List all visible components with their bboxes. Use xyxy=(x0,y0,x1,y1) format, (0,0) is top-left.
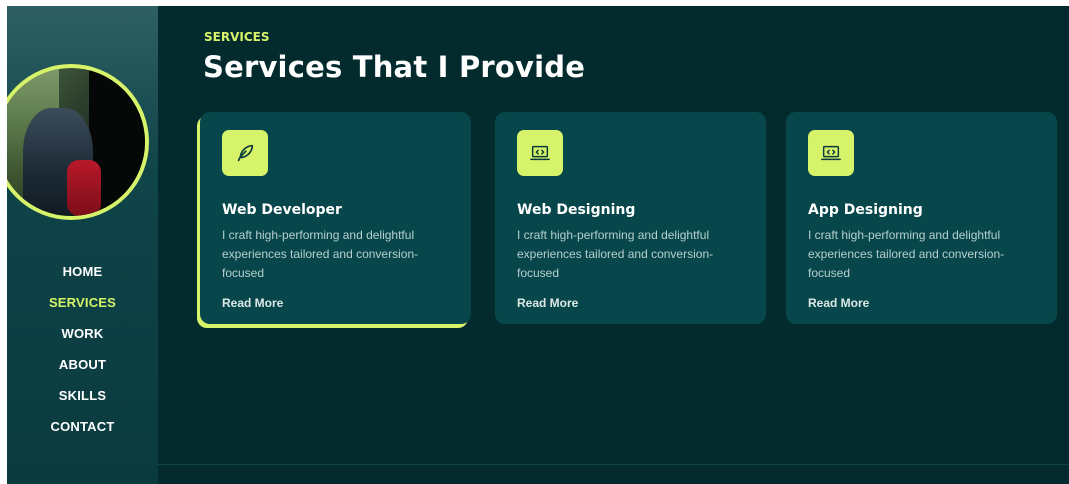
card-description: I craft high-performing and delightful e… xyxy=(222,228,419,280)
icon-badge xyxy=(517,130,563,176)
page-title: Services That I Provide xyxy=(203,50,586,84)
sidebar: HOME SERVICES WORK ABOUT SKILLS CONTACT xyxy=(7,6,158,484)
laptop-code-icon xyxy=(530,145,550,161)
card-description: I craft high-performing and delightful e… xyxy=(808,228,1005,280)
card-title: Web Designing xyxy=(517,202,636,218)
laptop-code-icon xyxy=(821,145,841,161)
avatar xyxy=(7,64,149,220)
divider xyxy=(158,464,1069,465)
avatar-bike xyxy=(67,160,101,216)
read-more-link[interactable]: Read More xyxy=(808,296,869,310)
service-card-web-designing[interactable]: Web Designing I craft high-performing an… xyxy=(495,112,766,324)
nav-item-work[interactable]: WORK xyxy=(7,318,158,349)
card-title: App Designing xyxy=(808,202,923,218)
app-frame: HOME SERVICES WORK ABOUT SKILLS CONTACT … xyxy=(7,6,1069,484)
service-card-web-developer[interactable]: Web Developer I craft high-performing an… xyxy=(200,112,471,324)
nav-item-services[interactable]: SERVICES xyxy=(7,287,158,318)
icon-badge xyxy=(808,130,854,176)
feather-pen-icon xyxy=(237,144,254,162)
read-more-link[interactable]: Read More xyxy=(517,296,578,310)
section-eyebrow: SERVICES xyxy=(204,30,270,44)
read-more-link[interactable]: Read More xyxy=(222,296,283,310)
card-title: Web Developer xyxy=(222,202,342,218)
nav-item-home[interactable]: HOME xyxy=(7,256,158,287)
icon-badge xyxy=(222,130,268,176)
nav-item-skills[interactable]: SKILLS xyxy=(7,380,158,411)
nav-item-about[interactable]: ABOUT xyxy=(7,349,158,380)
nav-item-contact[interactable]: CONTACT xyxy=(7,411,158,442)
service-card-app-designing[interactable]: App Designing I craft high-performing an… xyxy=(786,112,1057,324)
sidebar-nav: HOME SERVICES WORK ABOUT SKILLS CONTACT xyxy=(7,256,158,442)
card-description: I craft high-performing and delightful e… xyxy=(517,228,714,280)
